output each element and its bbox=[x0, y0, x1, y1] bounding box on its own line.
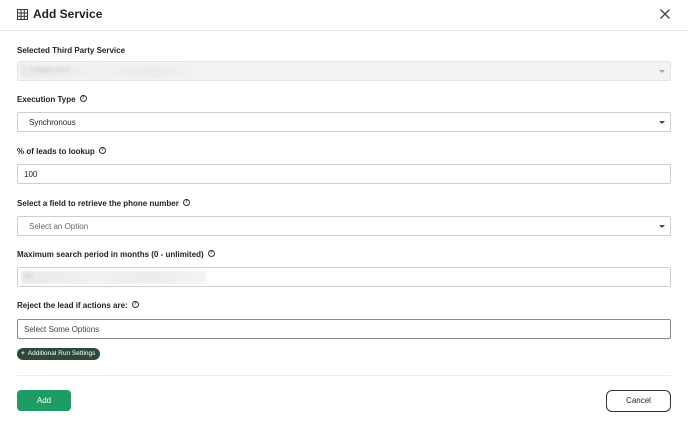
reject-actions-label: Reject the lead if actions are:? bbox=[17, 301, 139, 310]
help-icon[interactable]: ? bbox=[208, 250, 215, 257]
dialog-title: Add Service bbox=[33, 7, 102, 21]
table-grid-icon bbox=[17, 9, 28, 20]
help-icon[interactable]: ? bbox=[80, 95, 87, 102]
search-period-input[interactable]: 60 bbox=[17, 267, 671, 287]
execution-type-label: Execution Type? bbox=[17, 95, 87, 104]
obscured-value: Litigant Alert bbox=[21, 65, 211, 78]
chevron-down-icon bbox=[659, 121, 665, 124]
plus-icon: + bbox=[21, 350, 25, 357]
phone-field-label: Select a field to retrieve the phone num… bbox=[17, 199, 190, 208]
cancel-button[interactable]: Cancel bbox=[606, 390, 671, 412]
add-button[interactable]: Add bbox=[17, 390, 71, 411]
phone-field-select[interactable]: Select an Option bbox=[17, 216, 671, 236]
execution-type-select[interactable]: Synchronous bbox=[17, 112, 671, 132]
dialog-header: Add Service bbox=[0, 0, 688, 31]
chevron-down-icon bbox=[659, 225, 665, 228]
obscured-value: 60 bbox=[21, 271, 207, 284]
help-icon[interactable]: ? bbox=[132, 301, 139, 308]
footer-divider bbox=[17, 375, 671, 376]
chevron-down-icon bbox=[659, 70, 665, 73]
third-party-select: Litigant Alert bbox=[17, 61, 671, 81]
additional-run-settings-button[interactable]: +Additional Run Settings bbox=[17, 348, 100, 360]
search-period-label: Maximum search period in months (0 - unl… bbox=[17, 250, 215, 259]
leads-lookup-input[interactable]: 100 bbox=[17, 164, 671, 184]
close-icon[interactable] bbox=[659, 8, 671, 20]
leads-lookup-label: % of leads to lookup? bbox=[17, 147, 106, 156]
help-icon[interactable]: ? bbox=[99, 147, 106, 154]
third-party-label: Selected Third Party Service bbox=[17, 46, 125, 55]
help-icon[interactable]: ? bbox=[183, 199, 190, 206]
reject-actions-multiselect[interactable]: Select Some Options bbox=[17, 319, 671, 339]
